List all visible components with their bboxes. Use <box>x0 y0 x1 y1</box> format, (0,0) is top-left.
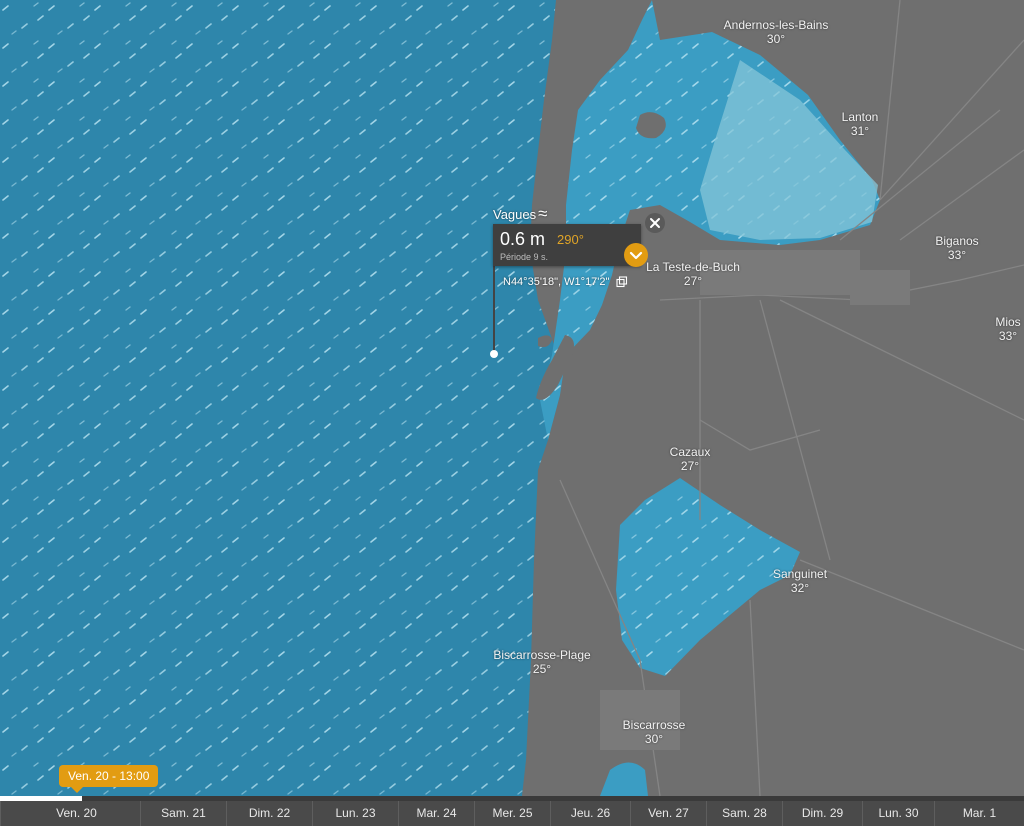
city-name: Mios <box>995 315 1021 329</box>
wave-period: Période 9 s. <box>500 252 549 262</box>
city-name: Lanton <box>841 110 879 124</box>
waves-icon: ≈ <box>538 204 548 223</box>
city-label-la-teste: La Teste-de-Buch 27° <box>646 260 740 288</box>
copy-icon[interactable] <box>615 276 628 288</box>
city-temp: 33° <box>998 329 1018 343</box>
timeline-day-4[interactable]: Mar. 24 <box>398 801 474 826</box>
city-label-andernos: Andernos-les-Bains 30° <box>724 18 829 46</box>
city-temp: 30° <box>766 32 786 46</box>
city-temp: 30° <box>644 732 664 746</box>
wave-height: 0.6 m <box>500 229 546 249</box>
city-temp: 31° <box>850 124 870 138</box>
city-temp: 27° <box>680 459 700 473</box>
close-icon <box>650 218 660 228</box>
city-name: Andernos-les-Bains <box>723 18 829 32</box>
timeline-day-3[interactable]: Lun. 23 <box>312 801 398 826</box>
city-name: Sanguinet <box>772 567 828 581</box>
timeline-day-1[interactable]: Sam. 21 <box>140 801 226 826</box>
city-temp: 25° <box>532 662 552 676</box>
city-name: Biscarrosse-Plage <box>493 648 591 662</box>
city-temp: 27° <box>683 274 703 288</box>
city-name: Biscarrosse <box>622 718 686 732</box>
close-popup-button[interactable] <box>645 213 665 233</box>
timeline-day-8[interactable]: Sam. 28 <box>706 801 782 826</box>
city-name: La Teste-de-Buch <box>646 260 740 274</box>
city-temp: 32° <box>790 581 810 595</box>
city-label-biscarrosse: Biscarrosse 30° <box>623 718 686 746</box>
timeline-day-10[interactable]: Lun. 30 <box>862 801 934 826</box>
expand-popup-button[interactable] <box>624 243 648 267</box>
wave-direction: 290° <box>557 232 584 247</box>
city-name: Biganos <box>935 234 979 248</box>
timeline-day-5[interactable]: Mer. 25 <box>474 801 550 826</box>
layer-label: Vagues <box>493 207 537 222</box>
wave-info-popup[interactable]: Vagues ≈ 0.6 m 290° Période 9 s. <box>493 204 641 266</box>
coordinates-text: N44°35'18", W1°17'2" <box>503 276 610 288</box>
city-name: Cazaux <box>669 445 711 459</box>
timeline-day-6[interactable]: Jeu. 26 <box>550 801 630 826</box>
timeline-bar[interactable]: Ven. 20 Sam. 21 Dim. 22 Lun. 23 Mar. 24 … <box>0 796 1024 826</box>
city-temp: 33° <box>947 248 967 262</box>
city-label-mios: Mios 33° <box>995 315 1020 343</box>
timeline-day-11[interactable]: Mar. 1 <box>934 801 1024 826</box>
chevron-down-icon <box>629 251 643 260</box>
timeline-day-0[interactable]: Ven. 20 <box>0 801 152 826</box>
timeline-day-9[interactable]: Dim. 29 <box>782 801 862 826</box>
coordinates-readout: N44°35'18", W1°17'2" <box>503 276 628 288</box>
popup-header: Vagues ≈ <box>493 204 547 224</box>
city-label-sanguinet: Sanguinet 32° <box>773 567 827 595</box>
location-pin-icon[interactable] <box>490 350 498 358</box>
city-label-biganos: Biganos 33° <box>935 234 978 262</box>
current-time-bubble[interactable]: Ven. 20 - 13:00 <box>59 765 159 793</box>
marker-line <box>493 266 495 354</box>
city-label-lanton: Lanton 31° <box>842 110 879 138</box>
city-label-biscarrosse-plage: Biscarrosse-Plage 25° <box>493 648 590 676</box>
timeline-day-2[interactable]: Dim. 22 <box>226 801 312 826</box>
city-label-cazaux: Cazaux 27° <box>670 445 711 473</box>
timeline-day-7[interactable]: Ven. 27 <box>630 801 706 826</box>
